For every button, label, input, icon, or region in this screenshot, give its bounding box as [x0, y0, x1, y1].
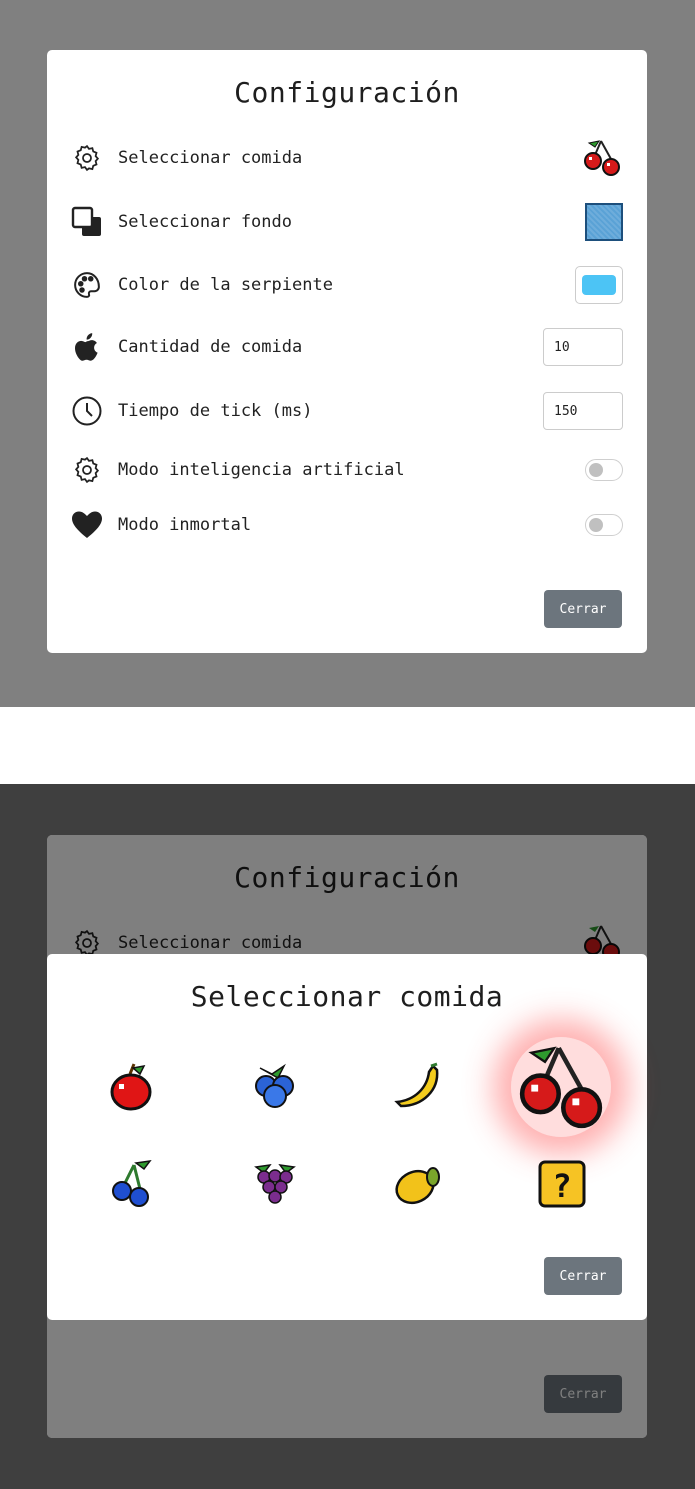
layers-icon — [71, 206, 103, 238]
cherries-icon[interactable] — [581, 137, 623, 179]
food-option-apple[interactable] — [103, 1059, 159, 1115]
settings-title: Configuración — [234, 76, 460, 109]
clock-icon — [71, 395, 103, 427]
food-option-blue-cherries[interactable] — [103, 1156, 159, 1212]
blueberries-icon — [255, 1063, 294, 1108]
row-tick-time[interactable]: Tiempo de tick (ms) — [71, 391, 623, 431]
close-button[interactable]: Cerrar — [544, 590, 622, 628]
food-option-cherries[interactable] — [511, 1037, 611, 1137]
food-option-mystery[interactable]: ? — [534, 1156, 590, 1212]
palette-icon — [71, 269, 103, 301]
food-option-banana[interactable] — [390, 1059, 446, 1115]
food-option-mango[interactable] — [390, 1156, 446, 1212]
gear-icon — [71, 142, 103, 174]
row-select-background[interactable]: Seleccionar fondo — [71, 202, 623, 242]
immortal-mode-toggle[interactable] — [585, 514, 623, 536]
row-ai-mode[interactable]: Modo inteligencia artificial — [71, 450, 623, 490]
grapes-icon — [254, 1164, 296, 1204]
mystery-box-icon: ? — [538, 1160, 586, 1208]
banana-icon — [394, 1062, 439, 1108]
snake-color-picker[interactable] — [575, 266, 623, 304]
row-label: Color de la serpiente — [118, 275, 333, 295]
row-label: Tiempo de tick (ms) — [118, 401, 313, 421]
apple-icon — [110, 1063, 152, 1111]
row-food-amount[interactable]: Cantidad de comida — [71, 327, 623, 367]
mango-icon — [395, 1167, 440, 1205]
svg-text:?: ? — [552, 1167, 571, 1205]
food-amount-input[interactable] — [543, 328, 623, 366]
gear-icon — [71, 454, 103, 486]
cherries-icon — [519, 1046, 603, 1129]
ai-mode-toggle[interactable] — [585, 459, 623, 481]
food-option-blueberries[interactable] — [247, 1059, 303, 1115]
blue-cherries-icon — [112, 1160, 152, 1207]
settings-screen-overlay: Configuración Seleccionar comida Selecci… — [0, 0, 695, 707]
row-label: Modo inmortal — [118, 515, 252, 535]
close-button[interactable]: Cerrar — [544, 1257, 622, 1295]
row-label: Seleccionar fondo — [118, 212, 292, 232]
food-option-grapes[interactable] — [247, 1156, 303, 1212]
food-selector-title: Seleccionar comida — [190, 980, 504, 1013]
row-label: Seleccionar comida — [118, 148, 303, 168]
settings-modal: Configuración Seleccionar comida Selecci… — [47, 50, 647, 653]
row-label: Cantidad de comida — [118, 337, 303, 357]
heart-icon — [71, 509, 103, 541]
row-snake-color[interactable]: Color de la serpiente — [71, 265, 623, 305]
row-select-food[interactable]: Seleccionar comida — [71, 138, 623, 178]
row-label: Modo inteligencia artificial — [118, 460, 405, 480]
tick-time-input[interactable] — [543, 392, 623, 430]
apple-icon — [71, 331, 103, 363]
background-swatch[interactable] — [585, 203, 623, 241]
row-immortal-mode[interactable]: Modo inmortal — [71, 505, 623, 545]
color-swatch — [582, 275, 616, 295]
food-selector-modal: Seleccionar comida ? Cerrar — [47, 954, 647, 1320]
